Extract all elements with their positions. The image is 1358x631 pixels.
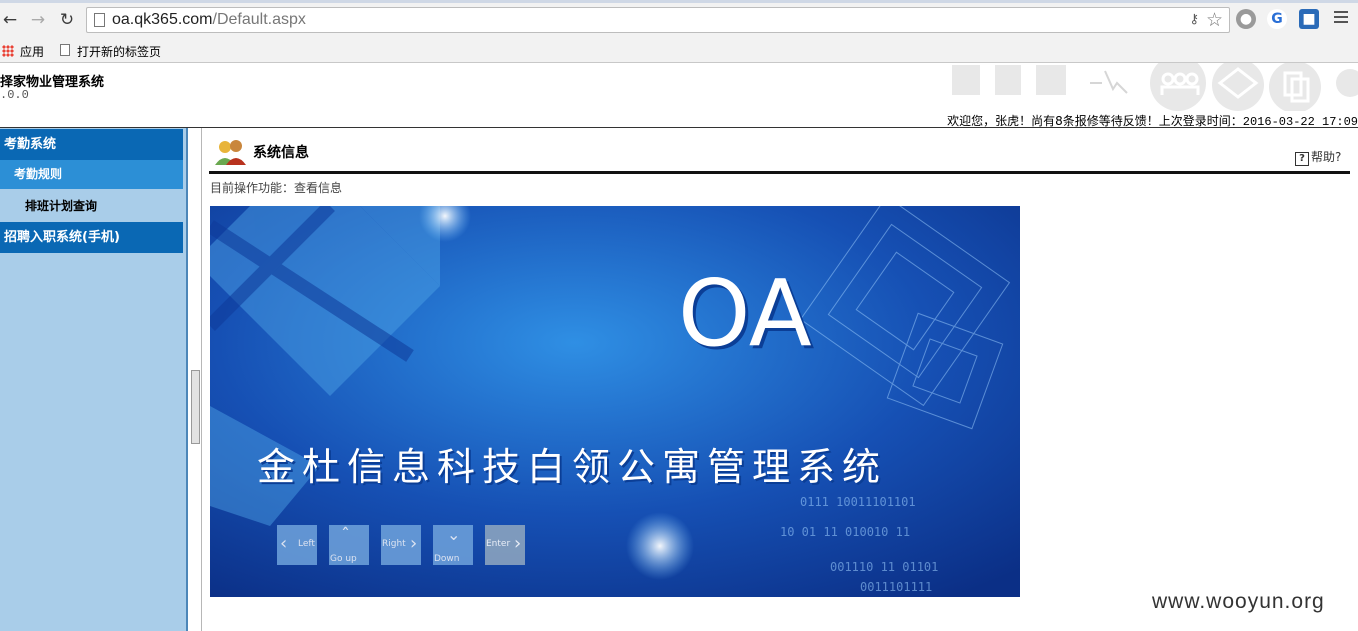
key-right-label: Right bbox=[382, 539, 406, 549]
key-enter: Enter › bbox=[485, 525, 525, 565]
key-icon[interactable]: ⚷ bbox=[1189, 12, 1199, 27]
main-content: 系统信息 ? 帮助? 目前操作功能：查看信息 0111 10011101101 … bbox=[202, 128, 1358, 631]
apps-grid-icon[interactable] bbox=[2, 45, 14, 57]
page-icon bbox=[94, 13, 105, 27]
watermark: www.wooyun.org bbox=[1152, 590, 1325, 613]
system-version: .0.0 bbox=[0, 88, 29, 102]
bookmark-new-tab[interactable]: 打开新的标签页 bbox=[77, 43, 161, 60]
back-arrow-icon[interactable]: ← bbox=[0, 10, 20, 30]
svg-text:10 01 11 010010 11: 10 01 11 010010 11 bbox=[780, 525, 910, 539]
svg-text:001110 11 01101: 001110 11 01101 bbox=[830, 560, 938, 574]
tab-strip-edge bbox=[0, 0, 1358, 3]
page-title: 系统信息 bbox=[253, 145, 309, 161]
key-enter-label: Enter bbox=[486, 539, 511, 549]
key-down-label: Down bbox=[434, 554, 460, 564]
globe-extension-icon[interactable]: ● bbox=[1236, 9, 1256, 29]
key-left-label: Left bbox=[298, 539, 315, 549]
url-host: oa.qk365.com bbox=[112, 11, 213, 28]
notification-extension-icon[interactable]: ■ bbox=[1299, 9, 1319, 29]
bookmark-star-icon[interactable]: ☆ bbox=[1206, 9, 1223, 31]
oa-banner: 0111 10011101101 10 01 11 010010 11 0011… bbox=[210, 206, 1020, 597]
help-icon: ? bbox=[1295, 152, 1309, 166]
key-right: Right › bbox=[381, 525, 421, 565]
up-arrow-icon: ˆ bbox=[341, 525, 350, 546]
help-link[interactable]: ? 帮助? bbox=[1295, 148, 1341, 166]
browser-toolbar: ← → ↻ oa.qk365.com/Default.aspx ⚷ ☆ ● G … bbox=[0, 0, 1358, 40]
nav-item-schedule-query[interactable]: 排班计划查询 bbox=[25, 197, 97, 214]
banner-headline: 金杜信息科技白领公寓管理系统 bbox=[257, 445, 888, 489]
url-path: /Default.aspx bbox=[212, 11, 306, 28]
sync-extension-icon[interactable]: G bbox=[1267, 9, 1287, 29]
bookmark-apps[interactable]: 应用 bbox=[20, 43, 44, 60]
reload-icon[interactable]: ↻ bbox=[57, 10, 77, 30]
menu-icon[interactable] bbox=[1334, 11, 1348, 26]
down-arrow-icon: ⌄ bbox=[447, 525, 461, 544]
nav-group-recruitment[interactable]: 招聘入职系统(手机) bbox=[0, 222, 183, 253]
key-up-label: Go up bbox=[330, 554, 357, 564]
right-arrow-icon: › bbox=[410, 533, 418, 554]
forward-arrow-icon[interactable]: → bbox=[28, 10, 48, 30]
key-down: Down ⌄ bbox=[433, 525, 473, 565]
app-header: 择家物业管理系统 .0.0 欢迎您，张虎！尚有8条报修等待反馈！上次登录时间：2… bbox=[0, 63, 1358, 129]
url-text[interactable]: oa.qk365.com/Default.aspx bbox=[112, 11, 306, 29]
bookmarks-bar: 应用 打开新的标签页 bbox=[0, 40, 1358, 63]
last-login-time: 2016-03-22 17:09 bbox=[1242, 115, 1358, 129]
key-left: Left ‹ bbox=[277, 525, 317, 565]
new-tab-page-icon bbox=[60, 44, 70, 56]
svg-text:0111 10011101101: 0111 10011101101 bbox=[800, 495, 916, 509]
key-up: Go up ˆ bbox=[329, 525, 369, 565]
users-icon bbox=[215, 140, 246, 165]
welcome-text: 欢迎您，张虎！尚有8条报修等待反馈！上次登录时间： bbox=[947, 114, 1243, 128]
header-decoration-graphic bbox=[952, 63, 1358, 111]
sidebar-toggle-handle[interactable] bbox=[191, 370, 200, 444]
help-label: 帮助? bbox=[1311, 150, 1342, 164]
current-operation: 目前操作功能：查看信息 bbox=[210, 181, 343, 195]
welcome-message: 欢迎您，张虎！尚有8条报修等待反馈！上次登录时间：2016-03-22 17:0… bbox=[947, 112, 1358, 129]
svg-text:0011101111: 0011101111 bbox=[860, 580, 932, 594]
address-bar[interactable]: oa.qk365.com/Default.aspx ⚷ ☆ bbox=[86, 7, 1230, 33]
nav-group-attendance[interactable]: 考勤系统 bbox=[0, 129, 183, 160]
oa-logo: OA bbox=[678, 260, 812, 367]
enter-arrow-icon: › bbox=[514, 533, 522, 554]
title-divider bbox=[209, 171, 1350, 174]
nav-item-attendance-rules[interactable]: 考勤规则 bbox=[0, 160, 183, 189]
left-arrow-icon: ‹ bbox=[280, 533, 288, 554]
